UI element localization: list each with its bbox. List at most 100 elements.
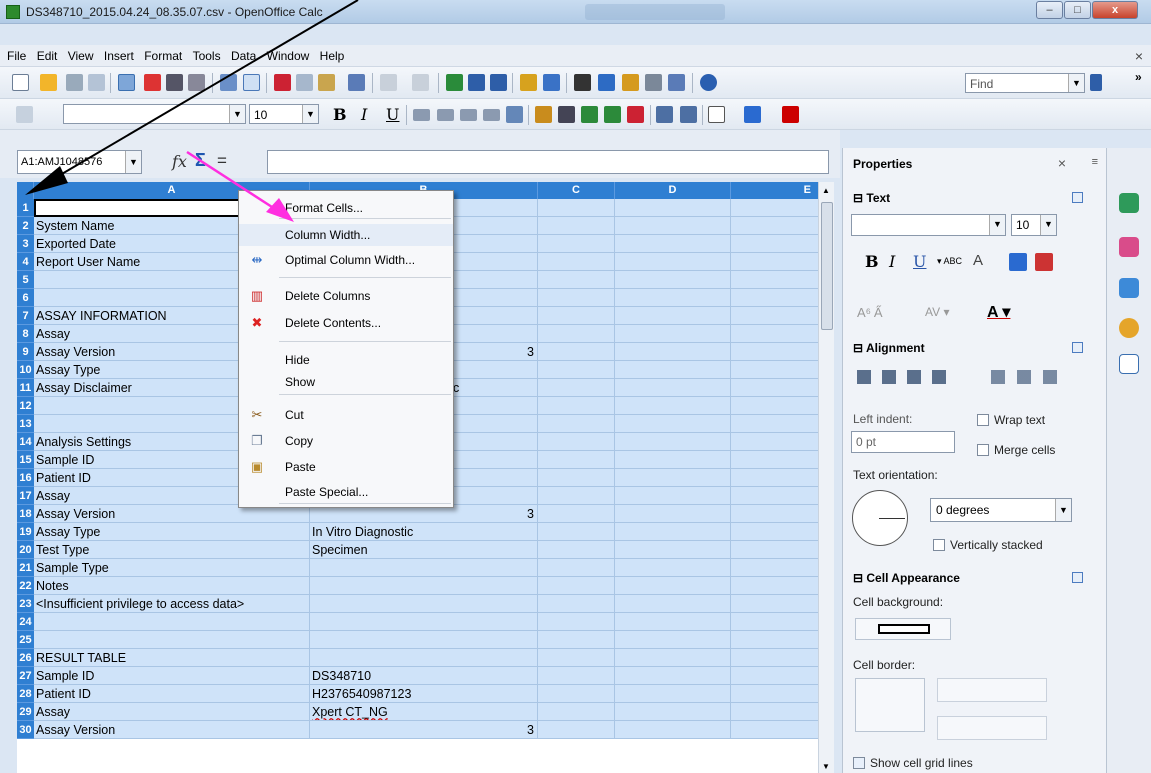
cell-c2[interactable] bbox=[538, 559, 615, 577]
print-icon[interactable] bbox=[166, 74, 183, 91]
row-header[interactable]: 14 bbox=[17, 433, 34, 451]
cell-e[interactable] bbox=[731, 505, 830, 523]
hyperlink-icon[interactable] bbox=[446, 74, 463, 91]
row-header[interactable]: 8 bbox=[17, 325, 34, 343]
cell-c[interactable]: 3 bbox=[461, 343, 538, 361]
name-box[interactable]: A1:AMJ1048576 ▼ bbox=[17, 150, 142, 174]
cell-c[interactable] bbox=[461, 667, 538, 685]
underline-button[interactable]: U bbox=[386, 105, 399, 124]
menu-window[interactable]: Window bbox=[267, 49, 310, 63]
orientation-dial[interactable] bbox=[852, 490, 908, 546]
close-button[interactable]: x bbox=[1092, 1, 1138, 19]
cell-c[interactable] bbox=[461, 235, 538, 253]
context-menu-item[interactable]: Column Width... bbox=[239, 224, 453, 246]
standard-format-icon[interactable] bbox=[581, 106, 598, 123]
cell-a[interactable] bbox=[34, 613, 310, 631]
autospellcheck-icon[interactable] bbox=[243, 74, 260, 91]
new-document-icon[interactable] bbox=[12, 74, 29, 91]
cell-e[interactable] bbox=[731, 325, 830, 343]
paste-icon[interactable] bbox=[318, 74, 335, 91]
delete-decimal-icon[interactable] bbox=[627, 106, 644, 123]
minimize-button[interactable]: – bbox=[1036, 1, 1063, 19]
menu-edit[interactable]: Edit bbox=[37, 49, 58, 63]
sidebar-font-name-dropdown-icon[interactable]: ▼ bbox=[989, 215, 1005, 235]
cell-c[interactable] bbox=[461, 433, 538, 451]
cell-e[interactable] bbox=[731, 289, 830, 307]
cell-c2[interactable] bbox=[538, 415, 615, 433]
cell-c2[interactable] bbox=[538, 631, 615, 649]
cell-e[interactable] bbox=[731, 667, 830, 685]
context-menu-item[interactable]: Show bbox=[239, 371, 453, 393]
cell-c[interactable] bbox=[461, 199, 538, 217]
cell-e[interactable] bbox=[731, 451, 830, 469]
cell-appearance-more-options-icon[interactable] bbox=[1072, 572, 1083, 583]
row-header[interactable]: 22 bbox=[17, 577, 34, 595]
border-style-picker[interactable] bbox=[937, 678, 1047, 702]
functions-deck-icon[interactable] bbox=[1119, 354, 1139, 374]
cell-border-picker[interactable] bbox=[855, 678, 925, 732]
cell-c[interactable] bbox=[461, 649, 538, 667]
alignment-more-options-icon[interactable] bbox=[1072, 342, 1083, 353]
cell-c[interactable] bbox=[461, 559, 538, 577]
cell-c2[interactable] bbox=[538, 487, 615, 505]
zoom-icon[interactable] bbox=[668, 74, 685, 91]
find-next-icon[interactable] bbox=[1090, 74, 1102, 91]
strikethrough-icon[interactable]: ▾ ABC bbox=[937, 256, 962, 267]
cell-e[interactable] bbox=[731, 721, 830, 739]
cut-icon[interactable] bbox=[274, 74, 291, 91]
cell-a[interactable]: Sample ID bbox=[34, 667, 310, 685]
gallery-deck-icon[interactable] bbox=[1119, 278, 1139, 298]
cell-e[interactable] bbox=[731, 469, 830, 487]
cell-d[interactable] bbox=[615, 505, 731, 523]
cell-e[interactable] bbox=[731, 199, 830, 217]
cell-c2[interactable] bbox=[538, 649, 615, 667]
context-menu-item[interactable]: ✖ Delete Contents... bbox=[239, 312, 453, 334]
cell-d[interactable] bbox=[615, 343, 731, 361]
row-header[interactable]: 25 bbox=[17, 631, 34, 649]
cell-a[interactable]: Assay Type bbox=[34, 523, 310, 541]
cell-a[interactable]: Notes bbox=[34, 577, 310, 595]
cell-e[interactable] bbox=[731, 595, 830, 613]
row-header[interactable]: 9 bbox=[17, 343, 34, 361]
cell-c2[interactable] bbox=[538, 289, 615, 307]
cell-a[interactable]: Test Type bbox=[34, 541, 310, 559]
spellcheck-icon[interactable] bbox=[220, 74, 237, 91]
cell-c[interactable] bbox=[461, 253, 538, 271]
cell-c2[interactable] bbox=[538, 217, 615, 235]
navigator-icon[interactable] bbox=[598, 74, 615, 91]
cell-c2[interactable] bbox=[538, 379, 615, 397]
cell-a[interactable] bbox=[34, 631, 310, 649]
border-color-picker[interactable] bbox=[937, 716, 1047, 740]
font-name-dropdown-icon[interactable]: ▼ bbox=[229, 105, 245, 123]
cell-c[interactable]: 3 bbox=[461, 505, 538, 523]
cell-d[interactable] bbox=[615, 577, 731, 595]
cell-c2[interactable] bbox=[538, 433, 615, 451]
decrease-font-icon[interactable] bbox=[1035, 253, 1053, 271]
cell-d[interactable] bbox=[615, 199, 731, 217]
context-menu-item[interactable]: Format Cells... bbox=[239, 197, 453, 219]
sidebar-menu-icon[interactable]: ≡ bbox=[1092, 156, 1098, 168]
row-header[interactable]: 5 bbox=[17, 271, 34, 289]
row-header[interactable]: 19 bbox=[17, 523, 34, 541]
cell-d[interactable] bbox=[615, 595, 731, 613]
cell-e[interactable] bbox=[731, 253, 830, 271]
cell-c[interactable] bbox=[461, 415, 538, 433]
vertically-stacked-checkbox[interactable] bbox=[933, 539, 945, 551]
cell-d[interactable] bbox=[615, 469, 731, 487]
sum-icon[interactable]: Σ bbox=[195, 150, 206, 171]
cell-d[interactable] bbox=[615, 541, 731, 559]
font-color-icon[interactable] bbox=[782, 106, 799, 123]
orientation-degrees-select[interactable]: 0 degrees ▼ bbox=[930, 498, 1072, 522]
row-header[interactable]: 28 bbox=[17, 685, 34, 703]
cell-e[interactable] bbox=[731, 613, 830, 631]
bold-button[interactable]: B bbox=[333, 105, 347, 124]
cell-c2[interactable] bbox=[538, 235, 615, 253]
row-header[interactable]: 24 bbox=[17, 613, 34, 631]
cell-a[interactable]: Assay bbox=[34, 703, 310, 721]
context-menu-item[interactable]: Paste Special... bbox=[239, 481, 453, 503]
menu-format[interactable]: Format bbox=[144, 49, 182, 63]
cell-c[interactable] bbox=[461, 577, 538, 595]
cell-d[interactable] bbox=[615, 667, 731, 685]
context-menu-item[interactable]: ▥ Delete Columns bbox=[239, 285, 453, 307]
row-header[interactable]: 23 bbox=[17, 595, 34, 613]
